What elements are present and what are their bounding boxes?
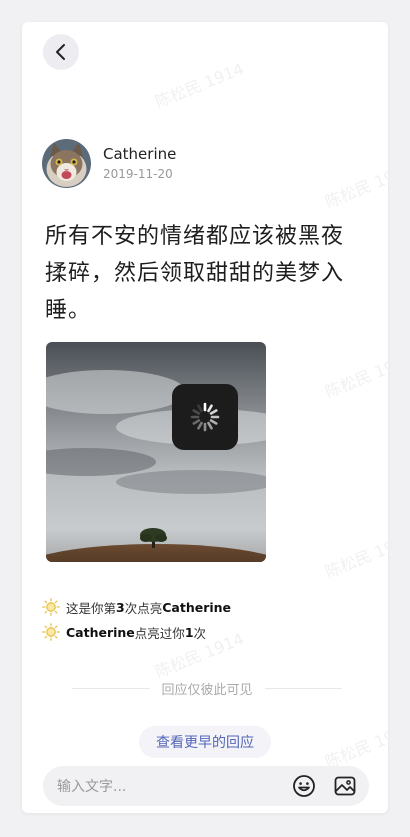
- reply-visibility-notice: 回应仅彼此可见: [161, 682, 253, 698]
- light-user-name: Catherine: [162, 599, 232, 615]
- light-user-name: Catherine: [66, 624, 135, 640]
- composer-bar: [43, 766, 369, 808]
- post-image[interactable]: [46, 342, 266, 562]
- author-name[interactable]: Catherine: [103, 145, 176, 163]
- divider-line: [72, 687, 150, 689]
- reply-visibility-divider: 回应仅彼此可见: [72, 678, 343, 698]
- post-date: 2019-11-20: [103, 167, 173, 181]
- light-text: 次点亮: [124, 600, 163, 616]
- chevron-left-icon: [56, 44, 65, 60]
- post-card: 陈松民 1914 陈松民 1914 陈松民 1914 陈松民 1914 陈松民 …: [22, 22, 388, 813]
- post-text: 所有不安的情绪都应该被黑夜揉碎，然后领取甜甜的美梦入睡。: [45, 224, 345, 323]
- loading-spinner: [172, 384, 238, 450]
- sun-icon: [42, 623, 60, 641]
- watermark: 陈松民 1914: [322, 349, 388, 402]
- light-text: 次: [193, 625, 207, 641]
- watermark: 陈松民 1914: [322, 159, 388, 212]
- view-earlier-replies-button[interactable]: 查看更早的回应: [139, 726, 271, 758]
- light-count: 3: [116, 599, 125, 615]
- light-count-row: Catherine 点亮过你 1 次: [42, 622, 206, 642]
- smiley-icon[interactable]: [292, 774, 316, 798]
- watermark: 陈松民 1914: [322, 529, 388, 582]
- reply-input[interactable]: [55, 766, 279, 808]
- watermark: 陈松民 1914: [322, 719, 388, 772]
- avatar[interactable]: [42, 139, 91, 188]
- light-count: 1: [184, 624, 194, 640]
- sun-icon: [42, 598, 60, 616]
- light-count-row: 这是你第 3 次点亮 Catherine: [42, 597, 231, 617]
- back-button[interactable]: [43, 34, 79, 70]
- spinner-icon: [190, 402, 220, 432]
- watermark: 陈松民 1914: [152, 59, 247, 112]
- image-icon[interactable]: [333, 774, 357, 798]
- light-text: 点亮过你: [134, 625, 185, 641]
- light-text: 这是你第: [66, 600, 117, 616]
- divider-line: [264, 687, 343, 689]
